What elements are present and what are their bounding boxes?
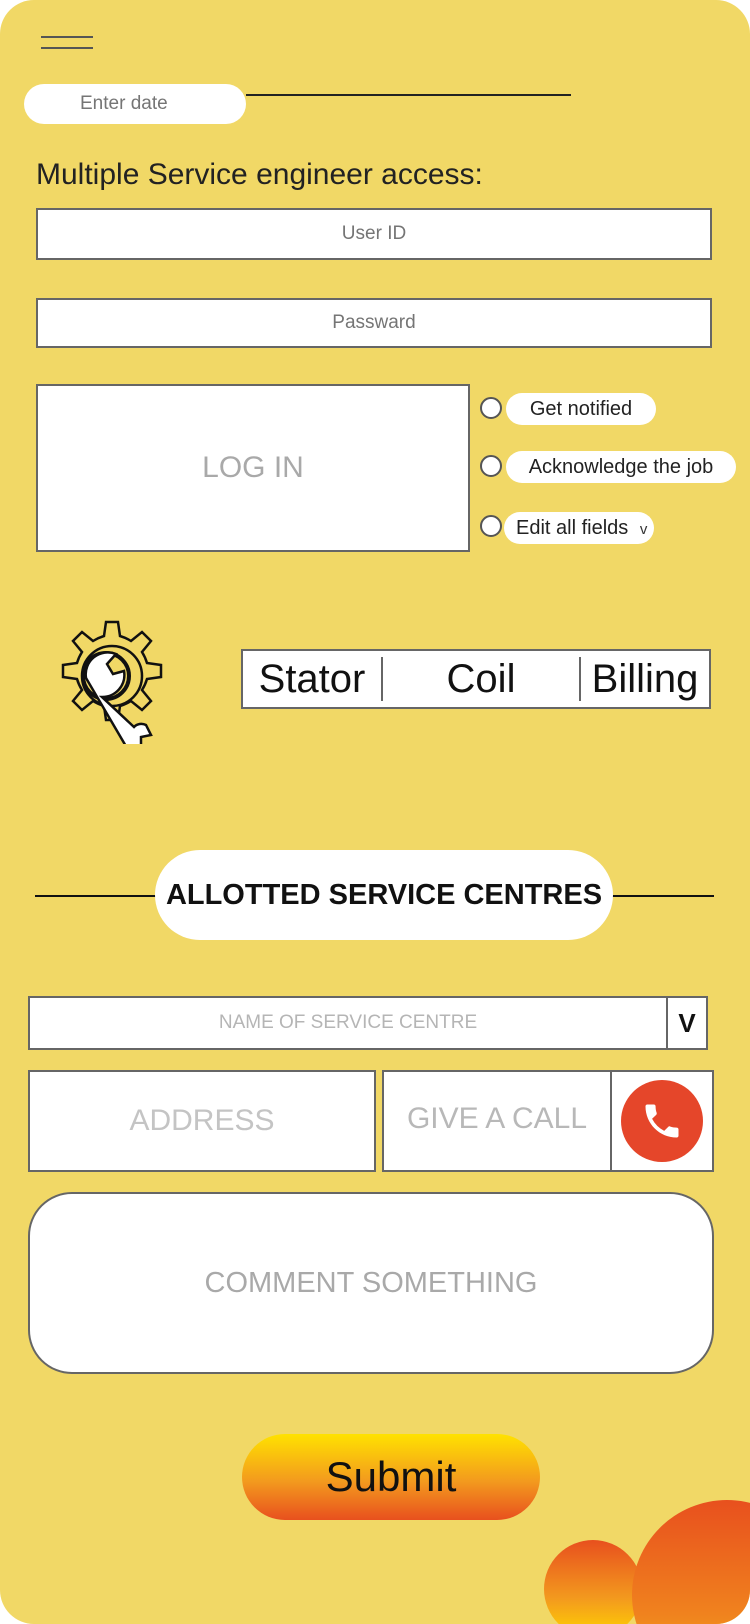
comment-field[interactable]: COMMENT SOMETHING [28, 1192, 714, 1374]
edit-all-fields-label: Edit all fields [516, 517, 629, 539]
chevron-down-icon: v [639, 521, 648, 538]
give-a-call-label: GIVE A CALL [406, 1102, 588, 1135]
edit-all-fields-radio[interactable] [480, 515, 502, 537]
chevron-down-icon[interactable]: V [666, 998, 706, 1048]
get-notified-label: Get notified [506, 393, 656, 425]
get-notified-radio[interactable] [480, 397, 502, 419]
call-button[interactable] [621, 1080, 703, 1162]
tab-billing[interactable]: Billing [581, 651, 709, 707]
service-centre-select[interactable]: NAME OF SERVICE CENTRE V [28, 996, 708, 1050]
heading-rule-left [35, 895, 160, 897]
section-title: Multiple Service engineer access: [36, 158, 483, 191]
edit-all-fields-dropdown[interactable]: Edit all fields v [504, 512, 654, 544]
address-field[interactable]: ADDRESS [28, 1070, 376, 1172]
call-section: GIVE A CALL [382, 1070, 714, 1172]
submit-button[interactable]: Submit [242, 1434, 540, 1520]
service-centre-placeholder: NAME OF SERVICE CENTRE [218, 1012, 478, 1033]
login-button[interactable]: LOG IN [36, 384, 470, 552]
date-input[interactable] [24, 84, 246, 124]
app-screen: Multiple Service engineer access: LOG IN… [0, 0, 750, 1624]
category-tabs: Stator Coil Billing [241, 649, 711, 709]
gear-wrench-icon[interactable] [48, 620, 172, 759]
date-underline [246, 94, 571, 96]
password-field[interactable] [36, 298, 712, 348]
decorative-blob-small [544, 1540, 642, 1624]
heading-rule-right [608, 895, 714, 897]
acknowledge-job-radio[interactable] [480, 455, 502, 477]
menu-button[interactable] [36, 30, 98, 58]
user-id-field[interactable] [36, 208, 712, 260]
allotted-centres-heading: ALLOTTED SERVICE CENTRES [155, 850, 613, 940]
acknowledge-job-label: Acknowledge the job [506, 451, 736, 483]
call-button-cell [610, 1072, 712, 1170]
tab-coil[interactable]: Coil [383, 651, 579, 707]
decorative-blob-large [632, 1500, 750, 1624]
tab-stator[interactable]: Stator [243, 651, 381, 707]
phone-icon [645, 1104, 679, 1138]
